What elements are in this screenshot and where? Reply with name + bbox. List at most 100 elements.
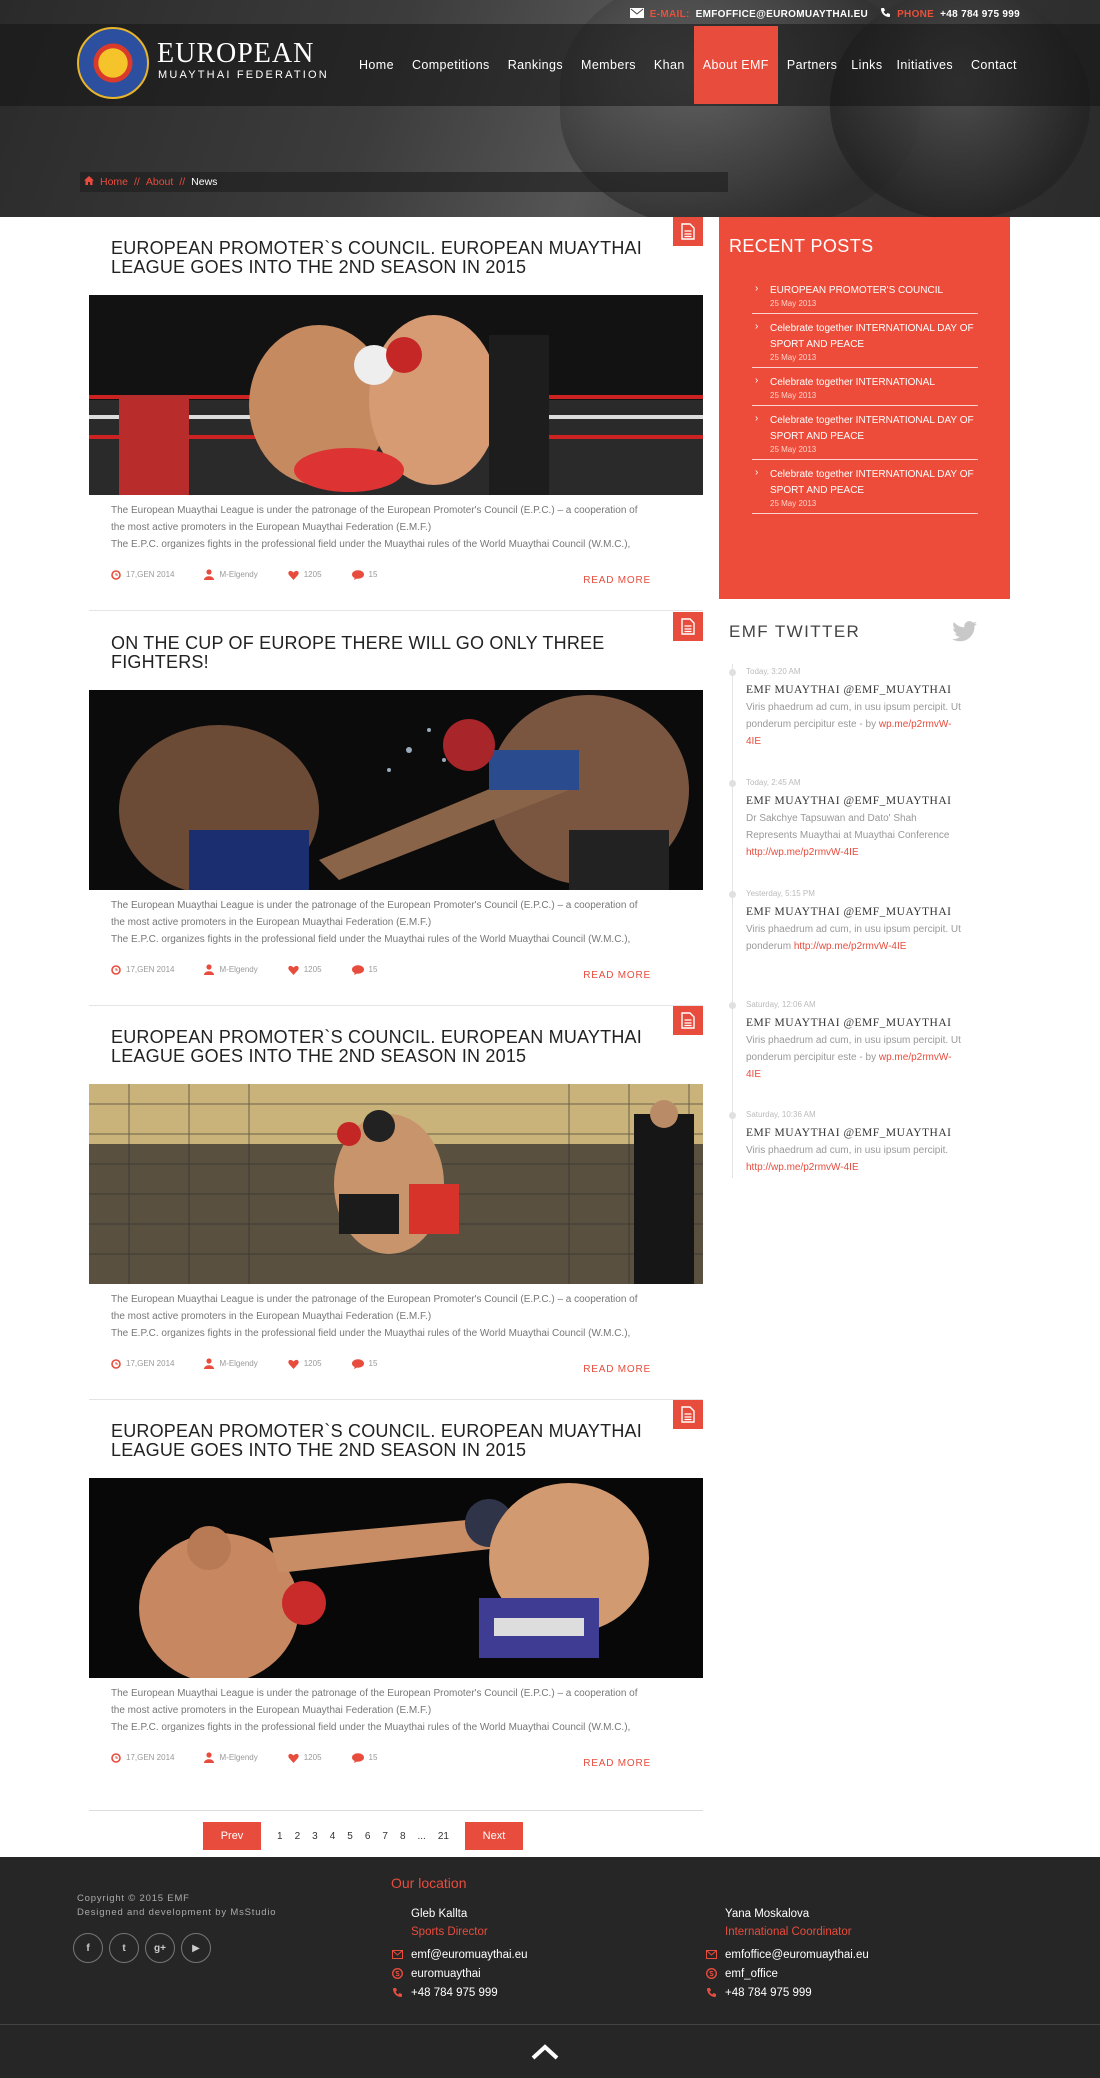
mail-icon [629,7,644,21]
post-divider [89,610,703,611]
federation-logo[interactable] [77,27,149,99]
post-author[interactable]: M-Elgendy [204,1752,258,1763]
scroll-to-top-icon[interactable] [530,2043,560,2066]
google-plus-icon[interactable]: g+ [145,1933,175,1963]
post-likes[interactable]: 1205 [288,1359,322,1369]
nav-item-initiatives[interactable]: Initiatives [887,26,962,104]
recent-post-item[interactable]: › EUROPEAN PROMOTER'S COUNCIL 25 May 2013 [752,276,978,314]
twitter-widget-title: EMF TWITTER [729,622,861,641]
breadcrumb-current: News [191,176,218,188]
contact-role: International Coordinator [725,1926,852,1938]
post-title[interactable]: EUROPEAN PROMOTER`S COUNCIL. EUROPEAN MU… [111,1028,651,1066]
main-nav: Home Competitions Rankings Members Khan … [350,26,1026,104]
page-link-8[interactable]: 8 [400,1831,406,1842]
page-link-21[interactable]: 21 [438,1831,449,1842]
contact-email[interactable]: emfoffice@euromuaythai.eu [725,1949,869,1961]
tweet-user[interactable]: EMF MUAYTHAI @EMF_MUAYTHAI [746,1017,961,1029]
twitter-icon[interactable]: t [109,1933,139,1963]
recent-post-item[interactable]: › Celebrate together INTERNATIONAL DAY OF… [752,406,978,460]
tweet-user[interactable]: EMF MUAYTHAI @EMF_MUAYTHAI [746,795,961,807]
post-meta: 17,GEN 2014 M-Elgendy 1205 15 [111,964,377,975]
recent-post-item[interactable]: › Celebrate together INTERNATIONAL DAY OF… [752,314,978,368]
nav-item-rankings[interactable]: Rankings [499,26,572,104]
tweet-link[interactable]: http://wp.me/p2rmvW-4IE [794,941,907,952]
tweet-user[interactable]: EMF MUAYTHAI @EMF_MUAYTHAI [746,1127,961,1139]
social-links: f t g+ ▶ [73,1933,211,1963]
nav-item-competitions[interactable]: Competitions [403,26,499,104]
tweet-user[interactable]: EMF MUAYTHAI @EMF_MUAYTHAI [746,684,961,696]
contact-skype[interactable]: emf_office [725,1968,778,1980]
breadcrumb-separator: // [179,176,186,188]
page-link-7[interactable]: 7 [382,1831,388,1842]
brand-subtitle: MUAYTHAI FEDERATION [158,69,329,81]
post-likes[interactable]: 1205 [288,965,322,975]
contact-email[interactable]: emf@euromuaythai.eu [411,1949,528,1961]
post-comments[interactable]: 15 [351,1752,377,1763]
post-author[interactable]: M-Elgendy [204,1358,258,1369]
contact-role: Sports Director [411,1926,488,1938]
post-date: 17,GEN 2014 [111,964,174,975]
post-image[interactable] [89,1478,703,1678]
envelope-icon [391,1950,403,1959]
nav-item-members[interactable]: Members [572,26,645,104]
post-author[interactable]: M-Elgendy [204,569,258,580]
recent-post-item[interactable]: › Celebrate together INTERNATIONAL 25 May … [752,368,978,406]
tweet-user[interactable]: EMF MUAYTHAI @EMF_MUAYTHAI [746,906,961,918]
youtube-icon[interactable]: ▶ [181,1933,211,1963]
post-comments[interactable]: 15 [351,1358,377,1369]
tweet-time: Yesterday, 5:15 PM [746,889,815,898]
recent-post-item[interactable]: › Celebrate together INTERNATIONAL DAY OF… [752,460,978,514]
tweet-time: Today, 3:20 AM [746,667,801,676]
contact-phone[interactable]: +48 784 975 999 [411,1987,498,1999]
page-link-4[interactable]: 4 [330,1831,336,1842]
page-link-5[interactable]: 5 [347,1831,353,1842]
post-title[interactable]: EUROPEAN PROMOTER`S COUNCIL. EUROPEAN MU… [111,239,651,277]
top-email-link[interactable]: EMFOFFICE@EUROMUAYTHAI.EU [696,9,868,20]
nav-item-home[interactable]: Home [350,26,403,104]
prev-page-button[interactable]: Prev [203,1822,261,1850]
breadcrumb-about[interactable]: About [146,176,173,188]
breadcrumb-home[interactable]: Home [100,176,128,188]
footer: Copyright © 2015 EMF Designed and develo… [0,1857,1100,2078]
read-more-link[interactable]: READ MORE [583,970,651,981]
page-link-6[interactable]: 6 [365,1831,371,1842]
nav-item-khan[interactable]: Khan [645,26,694,104]
twitter-bird-icon[interactable] [952,621,978,648]
post-comments[interactable]: 15 [351,964,377,975]
read-more-link[interactable]: READ MORE [583,1364,651,1375]
post-comments[interactable]: 15 [351,569,377,580]
nav-item-links[interactable]: Links [846,26,887,104]
contact-phone[interactable]: +48 784 975 999 [725,1987,812,1999]
timeline-line [732,664,733,1178]
nav-item-contact[interactable]: Contact [962,26,1026,104]
post-likes[interactable]: 1205 [288,1753,322,1763]
post-image[interactable] [89,295,703,495]
tweet-text: Viris phaedrum ad cum, in usu ipsum perc… [746,702,961,747]
tweet-link[interactable]: http://wp.me/p2rmvW-4IE [746,847,859,858]
tweet: Yesterday, 5:15 PM EMF MUAYTHAI @EMF_MUA… [729,889,961,955]
page-link-3[interactable]: 3 [312,1831,318,1842]
read-more-link[interactable]: READ MORE [583,575,651,586]
skype-icon [391,1968,403,1979]
recent-posts-title: RECENT POSTS [729,236,874,256]
read-more-link[interactable]: READ MORE [583,1758,651,1769]
post-excerpt: The European Muaythai League is under th… [111,505,638,550]
page-link-1[interactable]: 1 [277,1831,283,1842]
post-title[interactable]: ON THE CUP OF EUROPE THERE WILL GO ONLY … [111,634,651,672]
post-image[interactable] [89,690,703,890]
post-author[interactable]: M-Elgendy [204,964,258,975]
nav-item-about-emf[interactable]: About EMF [693,26,778,104]
post-title[interactable]: EUROPEAN PROMOTER`S COUNCIL. EUROPEAN MU… [111,1422,651,1460]
post-date: 17,GEN 2014 [111,569,174,580]
contact-skype[interactable]: euromuaythai [411,1968,481,1980]
facebook-icon[interactable]: f [73,1933,103,1963]
post-likes[interactable]: 1205 [288,570,322,580]
next-page-button[interactable]: Next [464,1822,523,1850]
nav-item-partners[interactable]: Partners [778,26,846,104]
page-link-2[interactable]: 2 [295,1831,301,1842]
post-image[interactable] [89,1084,703,1284]
document-icon [673,612,703,641]
tweet-link[interactable]: http://wp.me/p2rmvW-4IE [746,1162,859,1173]
top-phone-link[interactable]: +48 784 975 999 [940,9,1020,20]
phone-icon [880,7,891,21]
